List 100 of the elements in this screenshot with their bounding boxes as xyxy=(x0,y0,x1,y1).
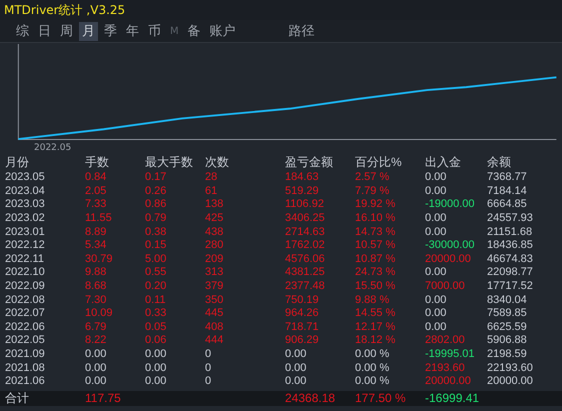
table-cell-text: 0.00 xyxy=(425,184,448,198)
table-cell-text: 15.50 % xyxy=(355,280,396,294)
table-cell-text: 0.00 xyxy=(285,362,308,375)
table-cell-text: 46674.83 xyxy=(487,252,534,266)
table-cell-text: 0.00 xyxy=(425,307,448,320)
table-cell-text: 2023.03 xyxy=(5,198,46,212)
table-cell-text: 10.09 xyxy=(85,307,114,320)
table-cell-text: 11.55 xyxy=(85,212,113,226)
tab[interactable]: 年 xyxy=(123,22,142,40)
table-cell-text: 0.00 xyxy=(145,362,168,375)
table-cell-text: 5906.88 xyxy=(487,334,528,348)
table-cell-text: 425 xyxy=(205,212,224,226)
table-cell-text: 2021.08 xyxy=(5,362,46,375)
table-cell-text: 2198.59 xyxy=(487,348,528,362)
table-cell-text: 438 xyxy=(205,226,224,239)
tab[interactable]: 月 xyxy=(79,22,98,40)
table-cell-text: 16.10 % xyxy=(355,212,396,226)
table-cell-text: 0.26 xyxy=(145,184,168,198)
table-cell-text: 750.19 xyxy=(285,294,320,307)
table-cell-text: 1106.92 xyxy=(285,198,325,212)
table-cell-text: 8.89 xyxy=(85,226,108,239)
table-cell-text: 7.79 % xyxy=(355,184,390,198)
table-cell-text: 12.17 % xyxy=(355,320,396,334)
table-cell-text: 0.00 xyxy=(425,294,448,307)
table-cell-text: 2021.06 xyxy=(5,375,46,388)
table-cell-text: 20000.00 xyxy=(425,252,472,266)
table-cell-text: 0.55 xyxy=(145,266,168,280)
table-cell-text: 0.00 xyxy=(425,171,448,184)
column-header: 盈亏金额 xyxy=(285,156,334,169)
table-cell-text: 28 xyxy=(205,171,218,184)
table-cell-text: 2193.60 xyxy=(425,362,466,375)
table-cell-text: 0.00 xyxy=(85,375,108,388)
table-cell-text: 2714.63 xyxy=(285,226,326,239)
table-cell-text: 10.57 % xyxy=(355,239,396,252)
table-cell-text: 2023.02 xyxy=(5,212,46,226)
tab[interactable]: 账户 xyxy=(206,22,239,40)
table-cell-text: 7.30 xyxy=(85,294,108,307)
table-cell-text: 7368.77 xyxy=(487,171,528,184)
table-cell-text: 0.00 xyxy=(145,348,168,362)
window-title: MTDriver统计 ,V3.25 xyxy=(4,2,126,18)
table-cell-text: 5.34 xyxy=(85,239,108,252)
table-cell-text: 0 xyxy=(205,348,212,362)
table-cell-text: 0.38 xyxy=(145,226,168,239)
table-cell-text: -16999.41 xyxy=(425,392,480,404)
table-cell-text: 3406.25 xyxy=(285,212,326,226)
table-cell-text: 0.20 xyxy=(145,280,168,294)
table-cell-text: 313 xyxy=(205,266,224,280)
table-cell-text: 14.73 % xyxy=(355,226,396,239)
tab[interactable]: 季 xyxy=(101,22,120,40)
table-cell-text: 0.33 xyxy=(145,307,168,320)
table-cell-text: 184.63 xyxy=(285,171,320,184)
table-cell-text: 0.15 xyxy=(145,239,168,252)
table-cell-text: 20000.00 xyxy=(487,375,534,388)
table-cell-text: 9.88 % xyxy=(355,294,390,307)
table-cell-text: 6664.85 xyxy=(487,198,528,212)
table-cell-text: 6625.59 xyxy=(487,320,528,334)
tab[interactable]: 日 xyxy=(35,22,54,40)
table-cell-text: 2023.05 xyxy=(5,171,46,184)
table-cell-text: 0.84 xyxy=(85,171,108,184)
table-cell-text: 2022.12 xyxy=(5,239,46,252)
table-cell-text: 0.00 xyxy=(85,362,108,375)
tab[interactable]: 综 xyxy=(13,22,32,40)
table-cell-text: 2022.11 xyxy=(5,252,45,266)
table-cell-text: 30.79 xyxy=(85,252,114,266)
table-cell-text: 4576.06 xyxy=(285,252,326,266)
table-cell-text: 2022.07 xyxy=(5,307,46,320)
axis-label: 2022.05 xyxy=(34,143,72,153)
table-cell-text: 20000.00 xyxy=(425,375,472,388)
table-cell-text: 2802.00 xyxy=(425,334,466,348)
table-cell-text: 24368.18 xyxy=(285,392,336,404)
column-header: 手数 xyxy=(85,156,110,169)
table-cell-text: 2022.05 xyxy=(5,334,46,348)
table-cell-text: 18436.85 xyxy=(487,239,534,252)
table-cell-text: 177.50 % xyxy=(355,392,407,404)
column-header: 月份 xyxy=(5,156,30,169)
tab[interactable]: 备 xyxy=(184,22,204,40)
tab[interactable]: 币 xyxy=(145,22,164,40)
table-cell-text: 4381.25 xyxy=(285,266,326,280)
table-cell-text: 2021.09 xyxy=(5,348,46,362)
table-cell-text: 2023.01 xyxy=(5,226,46,239)
table-cell-text: 0.86 xyxy=(145,198,168,212)
table-cell-text: 0.00 xyxy=(425,226,448,239)
column-header: 百分比% xyxy=(355,156,403,169)
column-header: 出入金 xyxy=(425,156,462,169)
tab[interactable]: 路径 xyxy=(286,22,318,40)
table-cell-text: 2022.06 xyxy=(5,320,46,334)
table-cell-text: 0.00 xyxy=(425,212,448,226)
column-header: 次数 xyxy=(205,156,230,169)
tab[interactable]: 周 xyxy=(57,22,76,40)
table-cell-text: 0.05 xyxy=(145,320,168,334)
table-cell-text: 2022.08 xyxy=(5,294,46,307)
table-cell-text: 519.29 xyxy=(285,184,320,198)
table-cell-text: 2.57 % xyxy=(355,171,390,184)
table-cell-text: 964.26 xyxy=(285,307,320,320)
table-cell-text: -19000.00 xyxy=(425,198,476,212)
table-cell-text: 0.00 xyxy=(425,266,448,280)
table-cell-text: 0.00 xyxy=(285,348,308,362)
table-cell-text: -19995.01 xyxy=(425,348,476,362)
table-cell-text: 379 xyxy=(205,280,224,294)
table-cell-text: 7.33 xyxy=(85,198,108,212)
